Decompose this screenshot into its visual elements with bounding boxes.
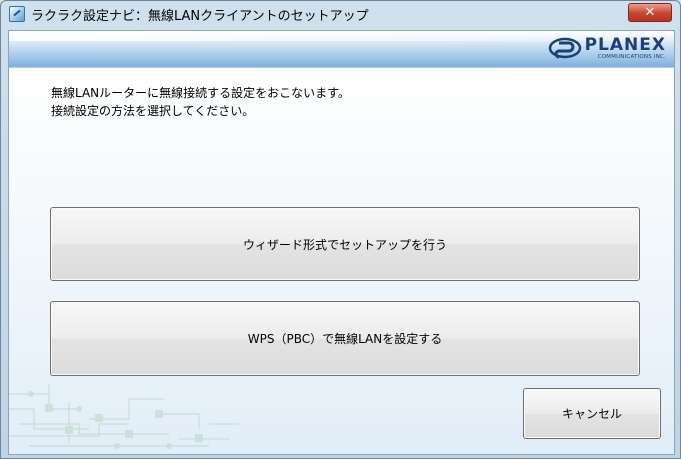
window-title: ラクラク設定ナビ：無線LANクライアントのセットアップ xyxy=(31,8,369,24)
wps-setup-label: WPS（PBC）で無線LANを設定する xyxy=(247,332,443,346)
wps-setup-button[interactable]: WPS（PBC）で無線LANを設定する xyxy=(50,301,640,376)
close-button[interactable]: ✕ xyxy=(628,3,672,22)
wizard-setup-label: ウィザード形式でセットアップを行う xyxy=(242,237,447,252)
brand-tagline: COMMUNICATIONS INC. xyxy=(597,53,666,60)
header-banner: PLANEX COMMUNICATIONS INC. xyxy=(9,31,674,68)
planex-logo: PLANEX COMMUNICATIONS INC. xyxy=(548,36,666,60)
app-icon xyxy=(9,6,25,22)
logo-words: PLANEX COMMUNICATIONS INC. xyxy=(584,34,666,60)
instruction-text: 無線LANルーターに無線接続する設定をおこないます。 接続設定の方法を選択してく… xyxy=(51,84,350,120)
client-area: PLANEX COMMUNICATIONS INC. 無線LANルーターに無線接… xyxy=(8,30,675,455)
cancel-button[interactable]: キャンセル xyxy=(523,388,661,439)
instruction-line-1: 無線LANルーターに無線接続する設定をおこないます。 xyxy=(51,86,350,100)
wizard-setup-button[interactable]: ウィザード形式でセットアップを行う xyxy=(50,207,640,281)
cancel-label: キャンセル xyxy=(561,407,622,421)
close-icon: ✕ xyxy=(644,5,656,20)
instruction-line-2: 接続設定の方法を選択してください。 xyxy=(51,104,255,118)
brand-name: PLANEX xyxy=(584,34,666,55)
setup-window: ラクラク設定ナビ：無線LANクライアントのセットアップ ✕ PLANEX COM… xyxy=(0,0,681,459)
planex-logo-icon xyxy=(548,37,581,59)
title-bar[interactable]: ラクラク設定ナビ：無線LANクライアントのセットアップ ✕ xyxy=(1,1,680,27)
circuit-decoration xyxy=(9,384,239,449)
content-area: 無線LANルーターに無線接続する設定をおこないます。 接続設定の方法を選択してく… xyxy=(9,68,674,454)
